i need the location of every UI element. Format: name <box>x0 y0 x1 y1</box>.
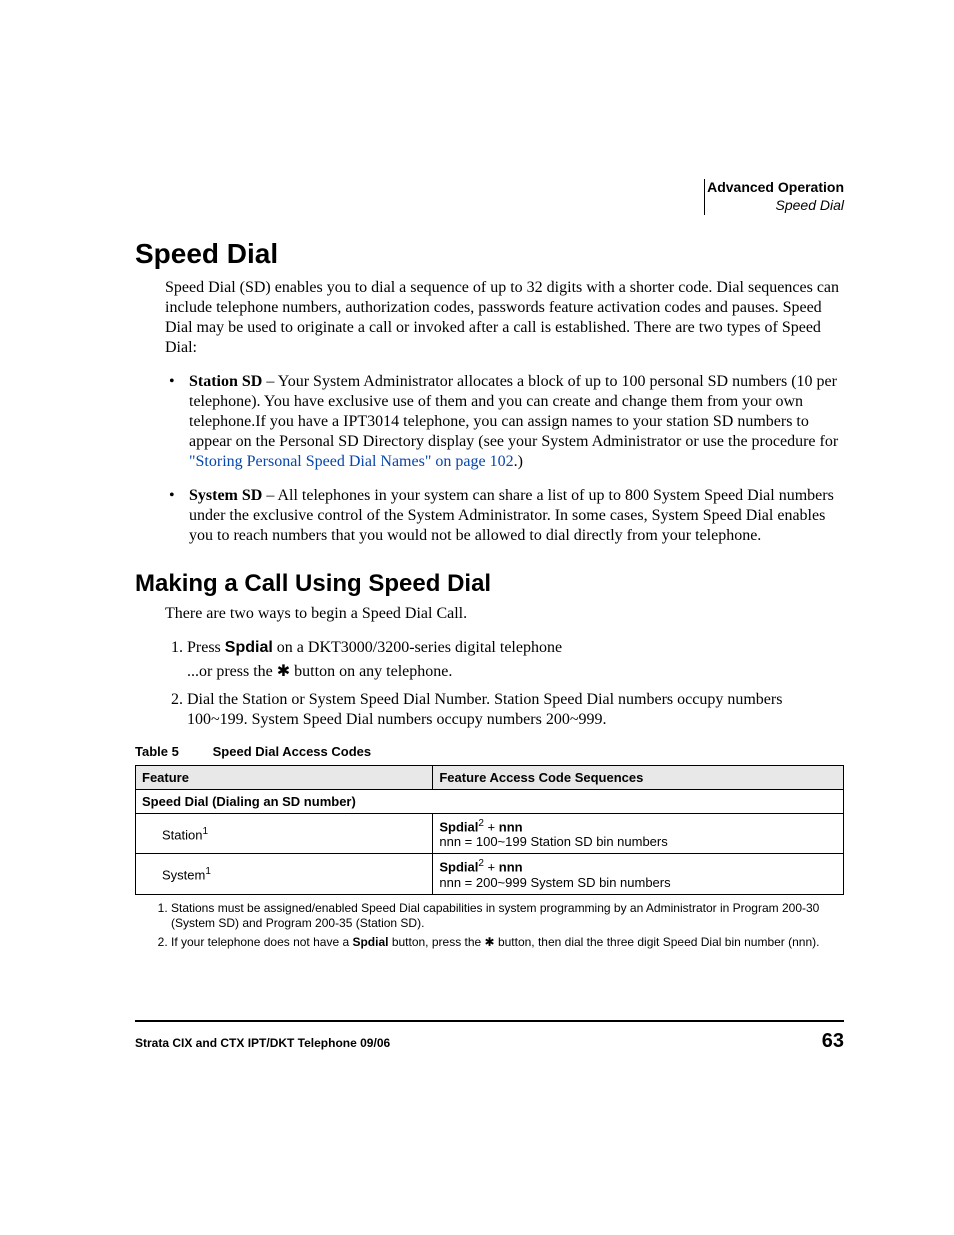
star-icon-2: ✱ <box>485 935 495 949</box>
table-footnotes: Stations must be assigned/enabled Speed … <box>155 901 844 950</box>
footnote-2: If your telephone does not have a Spdial… <box>171 935 844 950</box>
table-row-system: System1 Spdial2 + nnn nnn = 200~999 Syst… <box>136 854 844 894</box>
bullet-system-lead: System SD <box>189 487 262 504</box>
intro2-paragraph: There are two ways to begin a Speed Dial… <box>165 604 844 624</box>
footnote-ref-1: 1 <box>202 826 208 837</box>
footnote-1: Stations must be assigned/enabled Speed … <box>171 901 844 931</box>
speed-dial-table: Feature Feature Access Code Sequences Sp… <box>135 765 844 895</box>
footer-doc-title: Strata CIX and CTX IPT/DKT Telephone 09/… <box>135 1036 390 1050</box>
bullet-system-text: – All telephones in your system can shar… <box>189 487 834 544</box>
bullet-list: Station SD – Your System Administrator a… <box>165 372 844 546</box>
step1-pre: Press <box>187 639 225 656</box>
bullet-station-lead: Station SD <box>189 373 262 390</box>
spdial-key: Spdial <box>225 639 273 656</box>
bullet-station-tail: .) <box>514 453 523 470</box>
cell-system: System1 <box>136 854 433 894</box>
col-feature: Feature <box>136 766 433 790</box>
table-row-station: Station1 Spdial2 + nnn nnn = 100~199 Sta… <box>136 814 844 854</box>
table-subhead-row: Speed Dial (Dialing an SD number) <box>136 790 844 814</box>
heading-speed-dial: Speed Dial <box>135 238 844 270</box>
cell-system-code: Spdial2 + nnn nnn = 200~999 System SD bi… <box>433 854 844 894</box>
bullet-station: Station SD – Your System Administrator a… <box>165 372 844 472</box>
link-storing-names[interactable]: "Storing Personal Speed Dial Names" on p… <box>189 453 514 470</box>
table-number: Table 5 <box>135 744 209 759</box>
subhead-cell: Speed Dial (Dialing an SD number) <box>136 790 844 814</box>
bullet-station-text: – Your System Administrator allocates a … <box>189 373 838 450</box>
intro-paragraph: Speed Dial (SD) enables you to dial a se… <box>165 278 844 358</box>
step1-post: on a DKT3000/3200-series digital telepho… <box>273 639 562 656</box>
table-header-row: Feature Feature Access Code Sequences <box>136 766 844 790</box>
intro-block: Speed Dial (SD) enables you to dial a se… <box>165 278 844 358</box>
footnote-ref-1b: 1 <box>205 866 211 877</box>
step-1: Press Spdial on a DKT3000/3200-series di… <box>187 638 844 682</box>
steps-list: Press Spdial on a DKT3000/3200-series di… <box>165 638 844 730</box>
heading-making-call: Making a Call Using Speed Dial <box>135 570 844 598</box>
step1-alt: ...or press the ✱ button on any telephon… <box>187 662 844 682</box>
cell-station-code: Spdial2 + nnn nnn = 100~199 Station SD b… <box>433 814 844 854</box>
table-title: Speed Dial Access Codes <box>213 744 371 759</box>
footer-rule <box>135 1020 844 1022</box>
star-icon: ✱ <box>277 663 290 680</box>
col-code: Feature Access Code Sequences <box>433 766 844 790</box>
cell-station: Station1 <box>136 814 433 854</box>
intro2-block: There are two ways to begin a Speed Dial… <box>165 604 844 624</box>
table-caption: Table 5 Speed Dial Access Codes <box>135 744 844 759</box>
bullet-system: System SD – All telephones in your syste… <box>165 486 844 546</box>
page-number: 63 <box>822 1030 844 1053</box>
page-body: Speed Dial Speed Dial (SD) enables you t… <box>135 170 844 954</box>
step-2: Dial the Station or System Speed Dial Nu… <box>187 690 844 730</box>
